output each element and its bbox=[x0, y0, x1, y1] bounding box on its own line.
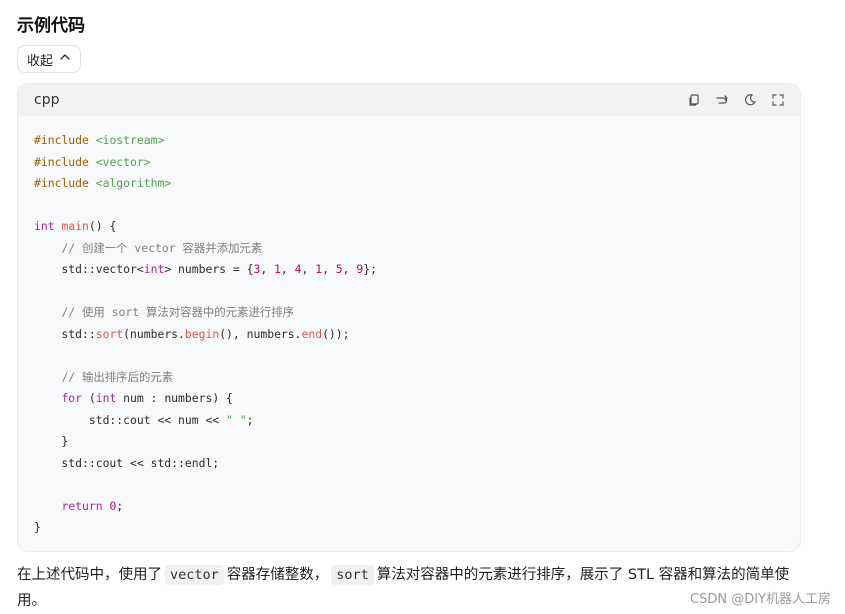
code-token: , bbox=[260, 262, 275, 276]
code-token: } bbox=[34, 434, 69, 448]
code-line: } bbox=[34, 517, 784, 539]
code-line: std::cout << std::endl; bbox=[34, 453, 784, 475]
code-token: , bbox=[342, 262, 357, 276]
code-token: #include bbox=[34, 154, 89, 169]
theme-icon[interactable] bbox=[742, 92, 758, 108]
code-token: begin bbox=[184, 326, 220, 341]
code-token: ; bbox=[116, 498, 124, 513]
copy-icon[interactable] bbox=[686, 92, 702, 108]
expand-icon[interactable] bbox=[770, 92, 786, 108]
description-paragraph: 在上述代码中，使用了 vector 容器存储整数， sort 算法对容器中的元素进行排序… bbox=[17, 562, 807, 614]
code-token: #include bbox=[34, 176, 89, 190]
code-token: main bbox=[61, 219, 89, 233]
code-token: , bbox=[280, 262, 295, 276]
code-token: 1 bbox=[274, 262, 281, 276]
code-token: return bbox=[61, 498, 103, 513]
inline-code-sort: sort bbox=[331, 565, 374, 585]
code-token: std::cout << num << bbox=[34, 412, 227, 427]
code-line: std::vector<int> numbers = {3, 1, 4, 1, … bbox=[34, 259, 784, 281]
code-token: num : numbers) { bbox=[116, 391, 233, 405]
code-token: 5 bbox=[335, 262, 343, 276]
code-token: <vector> bbox=[95, 154, 151, 169]
code-token: int bbox=[143, 262, 165, 276]
code-line: #include <iostream> bbox=[34, 130, 784, 152]
code-token: " " bbox=[226, 412, 247, 427]
code-token: (numbers. bbox=[123, 326, 185, 341]
code-token: <algorithm> bbox=[95, 176, 172, 190]
description-text-2: 容器存储整数， bbox=[226, 567, 329, 583]
code-token: // 使用 sort 算法对容器中的元素进行排序 bbox=[61, 305, 295, 319]
wrap-icon[interactable] bbox=[714, 92, 730, 108]
code-token: // 输出排序后的元素 bbox=[61, 369, 174, 384]
code-line: } bbox=[34, 431, 784, 453]
code-token: int bbox=[95, 391, 117, 405]
section-title: 示例代码 bbox=[17, 16, 85, 36]
code-language-label: cpp bbox=[34, 92, 60, 108]
code-token: ()); bbox=[322, 326, 350, 341]
description-text-1: 在上述代码中，使用了 bbox=[17, 567, 162, 583]
code-token: <iostream> bbox=[95, 133, 165, 147]
code-token: , bbox=[301, 262, 316, 276]
code-line: for (int num : numbers) { bbox=[34, 388, 784, 410]
code-token: , bbox=[322, 262, 336, 276]
collapse-button[interactable]: 收起 bbox=[17, 45, 82, 73]
code-token: // 创建一个 vector 容器并添加元素 bbox=[61, 240, 263, 255]
code-token: > numbers = { bbox=[164, 262, 254, 276]
code-token: }; bbox=[363, 262, 377, 276]
code-line: int main() { bbox=[34, 216, 784, 238]
code-token: ; bbox=[246, 412, 254, 427]
code-line: #include <algorithm> bbox=[34, 173, 784, 195]
code-token: int bbox=[34, 219, 55, 233]
code-token: std:: bbox=[34, 326, 96, 341]
code-line: #include <vector> bbox=[34, 152, 784, 174]
code-token: (), numbers. bbox=[219, 326, 302, 341]
code-token: } bbox=[34, 520, 41, 534]
code-line: std::sort(numbers.begin(), numbers.end()… bbox=[34, 324, 784, 346]
code-line: // 输出排序后的元素 bbox=[34, 367, 784, 389]
collapse-label: 收起 bbox=[27, 53, 54, 69]
code-token: std::cout << std::endl; bbox=[34, 455, 220, 470]
chevron-up-icon bbox=[59, 51, 71, 67]
code-block-header: cpp bbox=[18, 84, 800, 116]
inline-code-vector: vector bbox=[165, 565, 224, 585]
code-token: () { bbox=[88, 219, 117, 233]
code-block: cpp #include <iostream> #include <vector>… bbox=[17, 83, 801, 552]
code-token: sort bbox=[95, 326, 124, 341]
code-line: // 使用 sort 算法对容器中的元素进行排序 bbox=[34, 302, 784, 324]
code-token: end bbox=[301, 326, 323, 341]
code-line: std::cout << num << " "; bbox=[34, 410, 784, 432]
code-body: #include <iostream> #include <vector> #inc… bbox=[18, 116, 800, 539]
code-token: for bbox=[61, 391, 83, 405]
watermark: CSDN @DIY机器人工房 bbox=[690, 592, 831, 607]
code-token: #include bbox=[34, 133, 89, 147]
code-line: return 0; bbox=[34, 496, 784, 518]
code-token: std::vector< bbox=[34, 262, 144, 276]
code-token: ( bbox=[82, 391, 96, 405]
code-toolbar bbox=[686, 92, 786, 108]
code-line: // 创建一个 vector 容器并添加元素 bbox=[34, 238, 784, 260]
